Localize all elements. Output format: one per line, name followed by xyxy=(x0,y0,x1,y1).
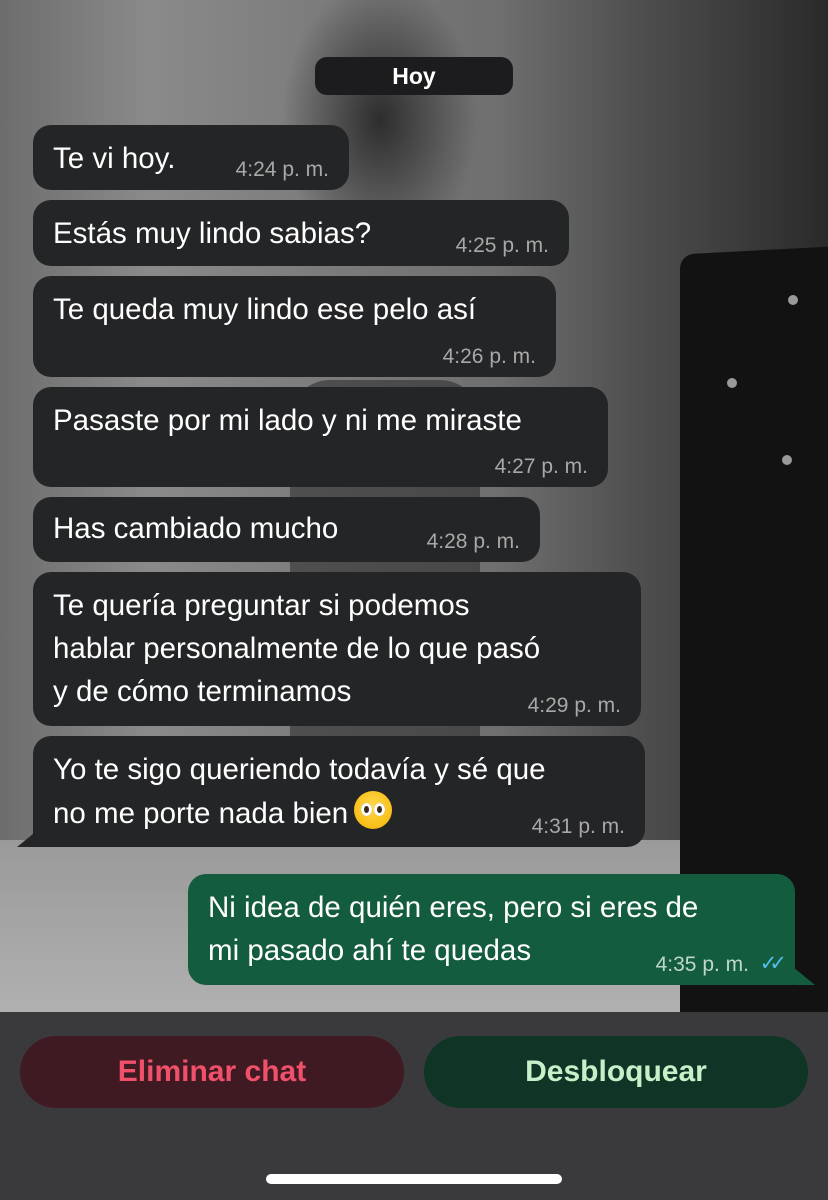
message-bubble-incoming[interactable]: Te quería preguntar si podemos hablar pe… xyxy=(33,572,641,726)
message-bubble-incoming[interactable]: Te vi hoy. 4:24 p. m. xyxy=(33,125,349,190)
message-time: 4:24 p. m. xyxy=(235,158,329,181)
message-text: Pasaste por mi lado y ni me miraste xyxy=(53,404,522,437)
pleading-face-emoji xyxy=(354,791,393,829)
message-text: Te quería preguntar si podemos hablar pe… xyxy=(53,589,541,708)
message-bubble-incoming[interactable]: Te queda muy lindo ese pelo así 4:26 p. … xyxy=(33,276,556,377)
message-time: 4:29 p. m. xyxy=(527,694,621,717)
wallpaper-dot xyxy=(782,455,792,465)
wallpaper-dot xyxy=(788,295,798,305)
wallpaper-dot xyxy=(727,378,737,388)
unblock-button[interactable]: Desbloquear xyxy=(424,1036,808,1108)
date-separator: Hoy xyxy=(315,57,513,95)
blocked-contact-action-bar: Eliminar chat Desbloquear xyxy=(0,1012,828,1200)
message-text: Yo te sigo queriendo todavía y sé que no… xyxy=(53,753,546,830)
message-time: 4:26 p. m. xyxy=(442,345,536,368)
home-indicator[interactable] xyxy=(266,1174,562,1184)
message-time: 4:28 p. m. xyxy=(426,530,520,553)
message-time: 4:31 p. m. xyxy=(531,815,625,838)
bubble-tail xyxy=(793,967,815,985)
message-bubble-outgoing[interactable]: Ni idea de quién eres, pero si eres de m… xyxy=(188,874,795,985)
message-text: Has cambiado mucho xyxy=(53,512,339,545)
message-text: Estás muy lindo sabias? xyxy=(53,217,372,250)
delete-chat-button[interactable]: Eliminar chat xyxy=(20,1036,404,1108)
message-bubble-incoming[interactable]: Has cambiado mucho 4:28 p. m. xyxy=(33,497,540,562)
bubble-tail xyxy=(17,829,39,847)
message-time: 4:25 p. m. xyxy=(455,234,549,257)
message-time: 4:27 p. m. xyxy=(494,455,588,478)
message-time: 4:35 p. m. xyxy=(655,953,749,976)
message-bubble-incoming[interactable]: Estás muy lindo sabias? 4:25 p. m. xyxy=(33,200,569,266)
message-text: Ni idea de quién eres, pero si eres de m… xyxy=(208,891,699,967)
message-bubble-incoming[interactable]: Yo te sigo queriendo todavía y sé que no… xyxy=(33,736,645,847)
message-bubble-incoming[interactable]: Pasaste por mi lado y ni me miraste 4:27… xyxy=(33,387,608,487)
read-double-check-icon: ✓✓ xyxy=(759,952,787,975)
message-text: Te queda muy lindo ese pelo así xyxy=(53,293,477,326)
message-text: Te vi hoy. xyxy=(53,142,176,175)
